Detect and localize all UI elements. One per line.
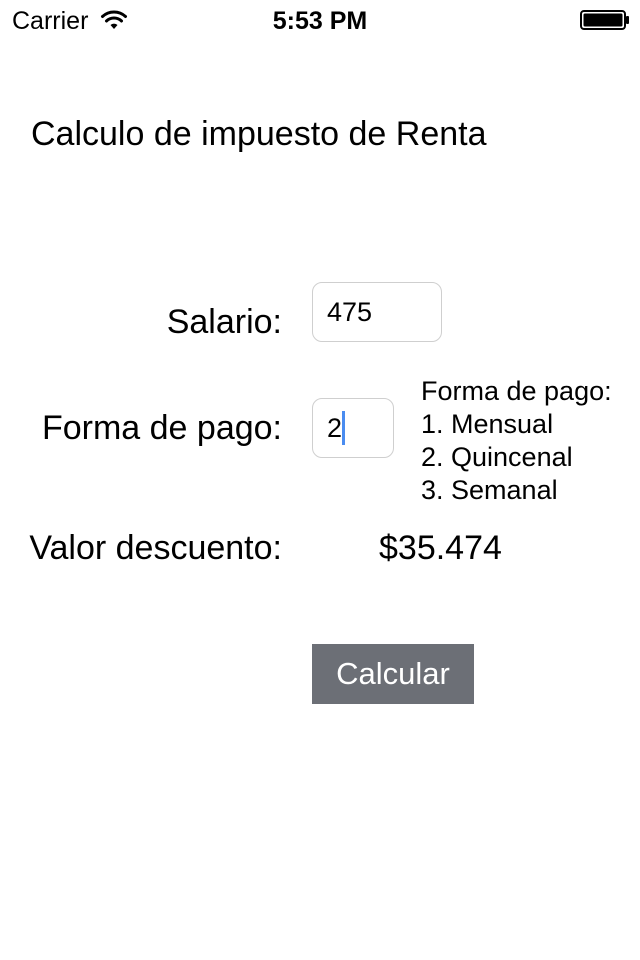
page-title: Calculo de impuesto de Renta: [31, 115, 487, 153]
salary-input[interactable]: [312, 282, 442, 342]
payment-method-input[interactable]: 2: [312, 398, 394, 458]
screen: Carrier 5:53 PM Calculo de impuesto de R…: [0, 0, 640, 960]
battery-full-icon: [580, 10, 630, 30]
help-option-weekly: 3. Semanal: [421, 475, 558, 505]
help-option-monthly: 1. Mensual: [421, 409, 554, 439]
text-caret: [342, 411, 345, 445]
status-time: 5:53 PM: [272, 7, 368, 35]
calculate-button[interactable]: Calcular: [312, 644, 474, 704]
discount-label: Valor descuento:: [29, 529, 282, 567]
payment-method-help: Forma de pago: 1. Mensual 2. Quincenal 3…: [421, 375, 612, 507]
payment-method-value: 2: [327, 413, 343, 443]
salary-label: Salario:: [166, 303, 282, 341]
status-bar: Carrier 5:53 PM: [0, 0, 640, 40]
discount-value: $35.474: [379, 529, 502, 567]
payment-method-label: Forma de pago:: [41, 409, 282, 447]
help-heading: Forma de pago:: [421, 376, 612, 406]
help-option-biweekly: 2. Quincenal: [421, 442, 573, 472]
